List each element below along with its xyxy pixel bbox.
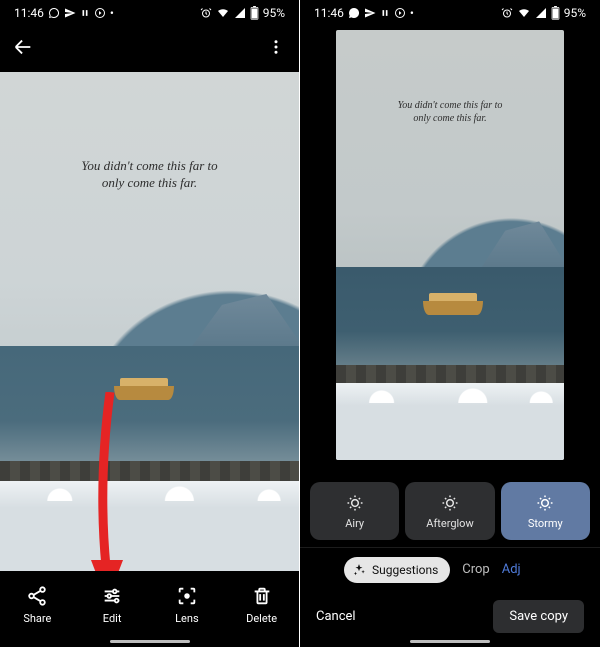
- battery-percent: 95%: [564, 6, 586, 20]
- send-icon: [64, 7, 76, 19]
- signal-icon: [535, 7, 547, 19]
- quote-text: You didn't come this far to only come th…: [0, 157, 299, 192]
- signal-icon: [234, 7, 246, 19]
- home-indicator[interactable]: [410, 640, 490, 643]
- app-bar: [0, 26, 299, 72]
- wifi-icon: [216, 7, 230, 19]
- delete-button[interactable]: Delete: [224, 585, 299, 625]
- status-bar: 11:46 • 95%: [300, 0, 600, 26]
- editor-canvas-wrap: You didn't come this far to only come th…: [300, 26, 600, 475]
- viewer-screen: 11:46 •: [0, 0, 300, 647]
- filter-afterglow-label: Afterglow: [426, 517, 473, 530]
- battery-icon: [250, 6, 259, 20]
- filter-stormy[interactable]: Stormy: [501, 482, 590, 540]
- editor-canvas[interactable]: You didn't come this far to only come th…: [336, 30, 564, 460]
- alarm-icon: [200, 7, 212, 19]
- send-icon: [364, 7, 376, 19]
- battery-percent: 95%: [263, 6, 285, 20]
- tab-bar: Suggestions Crop Adj: [300, 547, 600, 591]
- wifi-icon: [517, 7, 531, 19]
- alarm-icon: [501, 7, 513, 19]
- status-dot: •: [110, 6, 116, 20]
- edit-button[interactable]: Edit: [75, 585, 150, 625]
- home-indicator[interactable]: [110, 640, 190, 643]
- action-bar: Share Edit Lens Delete: [0, 571, 299, 647]
- pause-icon: [380, 7, 390, 19]
- delete-label: Delete: [246, 612, 277, 625]
- back-icon[interactable]: [12, 36, 34, 62]
- save-copy-button[interactable]: Save copy: [493, 600, 584, 633]
- status-time: 11:46: [14, 6, 44, 20]
- share-label: Share: [23, 612, 51, 625]
- editor-screen: 11:46 • 95% You didn't come this far to: [300, 0, 600, 647]
- filter-airy[interactable]: Airy: [310, 482, 399, 540]
- filter-stormy-label: Stormy: [528, 517, 563, 530]
- status-dot: •: [410, 6, 416, 20]
- lens-label: Lens: [175, 612, 199, 625]
- battery-icon: [551, 6, 560, 20]
- whatsapp-icon: [48, 7, 60, 19]
- status-bar: 11:46 •: [0, 0, 299, 26]
- pause-icon: [80, 7, 90, 19]
- status-time: 11:46: [314, 6, 344, 20]
- bottom-bar: Cancel Save copy: [300, 591, 600, 647]
- photo-viewport[interactable]: You didn't come this far to only come th…: [0, 72, 299, 571]
- skip-icon: [94, 7, 106, 19]
- edit-label: Edit: [103, 612, 122, 625]
- skip-icon: [394, 7, 406, 19]
- filter-airy-label: Airy: [345, 517, 364, 530]
- whatsapp-icon: [348, 7, 360, 19]
- lens-button[interactable]: Lens: [150, 585, 225, 625]
- tab-suggestions-label: Suggestions: [372, 563, 438, 577]
- tab-adjust[interactable]: Adj: [502, 562, 521, 577]
- filter-afterglow[interactable]: Afterglow: [405, 482, 494, 540]
- cancel-button[interactable]: Cancel: [316, 609, 356, 624]
- share-button[interactable]: Share: [0, 585, 75, 625]
- more-icon[interactable]: [267, 36, 285, 62]
- tab-crop[interactable]: Crop: [462, 562, 489, 577]
- filter-bar: Airy Afterglow Stormy: [300, 475, 600, 547]
- tab-suggestions[interactable]: Suggestions: [344, 557, 450, 583]
- quote-text: You didn't come this far to only come th…: [336, 99, 564, 126]
